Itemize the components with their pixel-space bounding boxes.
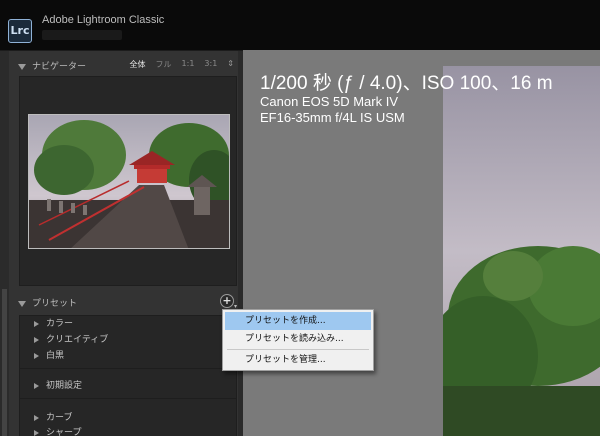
photo-camera-info: Canon EOS 5D Mark IV xyxy=(260,94,398,109)
preset-group-label: 白黒 xyxy=(46,351,65,361)
preset-group-curve[interactable]: カーブ xyxy=(34,410,72,423)
divider xyxy=(20,368,236,369)
preset-group-defaults[interactable]: 初期設定 xyxy=(34,378,82,391)
expand-triangle-icon xyxy=(34,352,39,359)
navigator-zoom-options: 全体 フル 1:1 3:1 ⇕ xyxy=(130,59,234,70)
menu-item-manage-presets[interactable]: プリセットを管理... xyxy=(225,351,371,369)
expand-triangle-icon xyxy=(34,382,39,389)
main-photo xyxy=(443,66,600,436)
left-panel: ナビゲーター 全体 フル 1:1 3:1 ⇕ プリセット + ▾ カラー クリエ… xyxy=(0,50,243,436)
preset-group-label: 初期設定 xyxy=(46,381,83,391)
expand-triangle-icon xyxy=(34,429,39,436)
zoom-stepper-icon[interactable]: ⇕ xyxy=(227,59,234,70)
main-image-view[interactable]: 1/200 秒 (ƒ / 4.0)、ISO 100、16 m Canon EOS… xyxy=(243,50,600,436)
preset-group-bw[interactable]: 白黒 xyxy=(34,348,64,361)
menu-item-import-presets[interactable]: プリセットを読み込み... xyxy=(225,330,371,348)
navigator-header[interactable]: ナビゲーター 全体 フル 1:1 3:1 ⇕ xyxy=(18,57,238,77)
add-preset-button[interactable]: + xyxy=(220,294,234,308)
preset-group-color[interactable]: カラー xyxy=(34,316,73,329)
navigator-thumbnail[interactable] xyxy=(28,114,230,249)
preset-group-label: カラー xyxy=(46,319,74,329)
preset-group-sharpen[interactable]: シャープ xyxy=(34,425,81,436)
preset-group-label: クリエイティブ xyxy=(46,335,109,345)
preset-group-creative[interactable]: クリエイティブ xyxy=(34,332,108,345)
title-bar: Lrc Adobe Lightroom Classic xyxy=(0,0,600,50)
shrine-photo-thumbnail xyxy=(29,115,229,248)
catalog-name-redacted xyxy=(42,30,122,40)
zoom-3-1[interactable]: 3:1 xyxy=(204,59,217,70)
expand-triangle-icon xyxy=(34,414,39,421)
app-title: Adobe Lightroom Classic xyxy=(42,14,165,26)
navigator-preview xyxy=(19,76,237,286)
app-logo: Lrc xyxy=(8,19,32,43)
photo-exposure-info: 1/200 秒 (ƒ / 4.0)、ISO 100、16 m xyxy=(260,73,553,94)
collapse-triangle-icon xyxy=(18,300,26,307)
presets-header[interactable]: プリセット + ▾ xyxy=(18,294,238,314)
presets-list: カラー クリエイティブ 白黒 初期設定 カーブ シャープ xyxy=(19,315,237,436)
left-panel-edge xyxy=(0,51,9,436)
expand-triangle-icon xyxy=(34,320,39,327)
preset-group-label: シャープ xyxy=(46,428,82,436)
preset-context-menu: プリセットを作成... プリセットを読み込み... プリセットを管理... xyxy=(222,309,374,371)
preset-group-label: カーブ xyxy=(46,413,73,423)
left-panel-scroll-handle[interactable] xyxy=(2,289,7,436)
menu-item-create-preset[interactable]: プリセットを作成... xyxy=(225,312,371,330)
photo-lens-info: EF16-35mm f/4L IS USM xyxy=(260,110,405,125)
divider xyxy=(20,398,236,399)
zoom-1-1[interactable]: 1:1 xyxy=(182,59,195,70)
shrine-photo-main xyxy=(443,66,600,436)
zoom-fit[interactable]: 全体 xyxy=(130,59,146,70)
navigator-title: ナビゲーター xyxy=(32,62,87,72)
collapse-triangle-icon xyxy=(18,63,26,70)
expand-triangle-icon xyxy=(34,336,39,343)
menu-divider xyxy=(227,349,369,350)
presets-title: プリセット xyxy=(32,299,78,309)
zoom-fill[interactable]: フル xyxy=(156,59,172,70)
